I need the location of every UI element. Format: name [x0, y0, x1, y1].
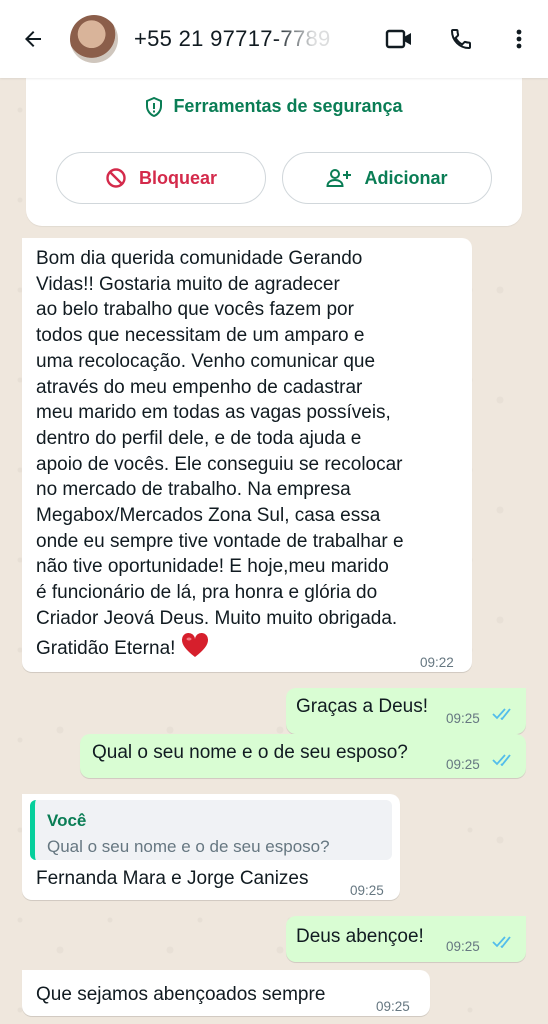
shield-icon	[146, 96, 163, 117]
message-time: 09:25	[350, 883, 384, 898]
read-ticks-icon	[492, 708, 511, 720]
message-text: Que sejamos abençoados sempre	[36, 984, 326, 1005]
message-time: 09:22	[420, 655, 454, 670]
quoted-message[interactable]: Você Qual o seu nome e o de seu esposo?	[30, 800, 392, 860]
read-ticks-icon	[492, 936, 511, 948]
outgoing-message[interactable]: Graças a Deus! 09:25	[286, 688, 526, 734]
message-time: 09:25	[376, 999, 410, 1014]
add-person-icon	[326, 169, 352, 187]
read-ticks-icon	[492, 754, 511, 766]
quote-text: Qual o seu nome e o de seu esposo?	[47, 837, 330, 856]
incoming-message[interactable]: Bom dia querida comunidade Gerando Vidas…	[22, 238, 472, 672]
security-tools-label: Ferramentas de segurança	[173, 96, 403, 116]
quote-author: Você	[47, 811, 87, 830]
add-contact-button[interactable]: Adicionar	[282, 152, 492, 204]
chat-header: +55 21 97717-7789	[0, 0, 548, 78]
message-time: 09:25	[446, 711, 480, 726]
security-card: Ferramentas de segurança Bloquear Adicio…	[26, 66, 522, 226]
block-icon	[106, 168, 126, 188]
security-tools-link[interactable]: Ferramentas de segurança	[26, 96, 522, 117]
more-vert-icon[interactable]	[502, 22, 536, 56]
message-time: 09:25	[446, 939, 480, 954]
avatar[interactable]	[70, 15, 118, 63]
contact-number[interactable]: +55 21 97717-7789	[134, 26, 334, 52]
message-text: Fernanda Mara e Jorge Canizes	[36, 868, 309, 889]
back-arrow-icon[interactable]	[18, 24, 48, 54]
video-call-icon[interactable]	[382, 22, 416, 56]
outgoing-message[interactable]: Qual o seu nome e o de seu esposo? 09:25	[80, 734, 526, 778]
incoming-message[interactable]: Que sejamos abençoados sempre 09:25	[22, 970, 430, 1016]
incoming-reply-message[interactable]: Você Qual o seu nome e o de seu esposo? …	[22, 794, 400, 900]
message-time: 09:25	[446, 757, 480, 772]
message-text: Graças a Deus!	[296, 696, 428, 717]
add-label: Adicionar	[364, 167, 448, 188]
red-heart-icon	[181, 632, 209, 666]
block-button[interactable]: Bloquear	[56, 152, 266, 204]
phone-icon[interactable]	[444, 22, 478, 56]
block-label: Bloquear	[138, 167, 217, 188]
outgoing-message[interactable]: Deus abençoe! 09:25	[286, 916, 526, 962]
message-text: Bom dia querida comunidade Gerando Vidas…	[36, 248, 404, 659]
message-text: Deus abençoe!	[296, 926, 424, 947]
message-text: Qual o seu nome e o de seu esposo?	[92, 742, 408, 763]
